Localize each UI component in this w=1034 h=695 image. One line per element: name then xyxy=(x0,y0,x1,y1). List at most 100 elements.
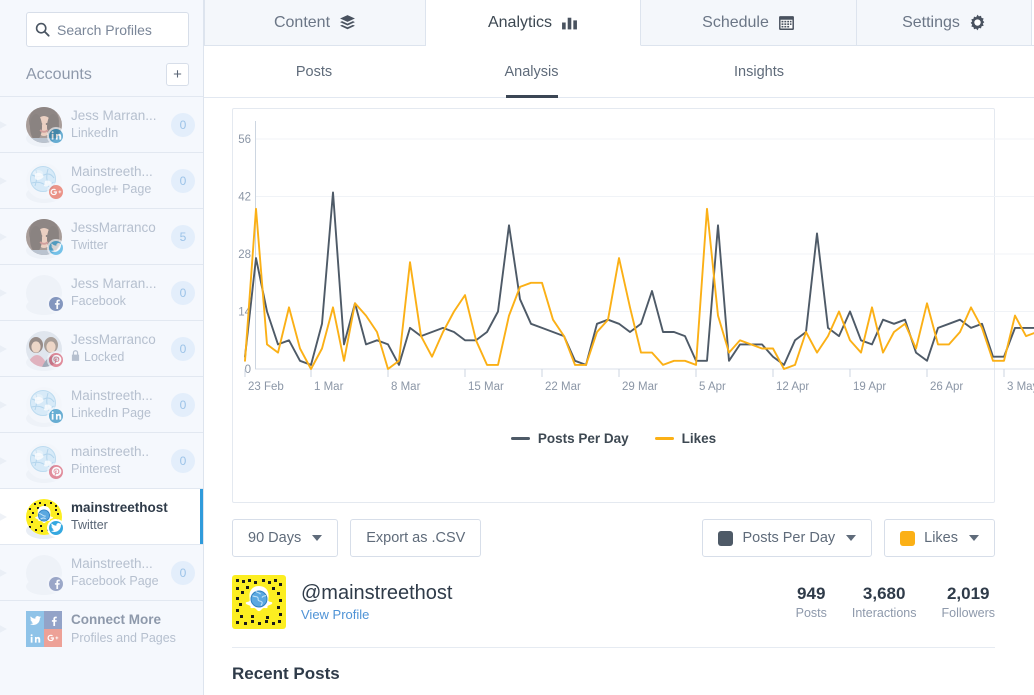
sidebar-item-google-page[interactable]: Mainstreeth... Google+ Page 0 xyxy=(0,153,203,209)
unread-badge: 0 xyxy=(171,112,195,137)
svg-text:26 Apr: 26 Apr xyxy=(930,381,963,393)
avatar-wrap xyxy=(26,386,65,427)
svg-text:12 Apr: 12 Apr xyxy=(776,381,809,393)
avatar-wrap xyxy=(26,554,65,595)
subtab-insights[interactable]: Insights xyxy=(644,46,874,97)
search-box[interactable] xyxy=(26,12,189,47)
sidebar: Accounts + Jess Marran...LinkedIn0 Mainst… xyxy=(0,0,204,695)
svg-text:23 Feb: 23 Feb xyxy=(248,381,284,393)
unread-badge: 0 xyxy=(171,336,195,361)
sidebar-item-twitter[interactable]: JessMarranco Twitter 5 xyxy=(0,209,203,265)
avatar-wrap xyxy=(26,218,65,259)
view-profile-link[interactable]: View Profile xyxy=(301,607,369,622)
calendar-icon xyxy=(778,14,795,31)
svg-text:0: 0 xyxy=(245,364,251,376)
sidebar-item-locked[interactable]: JessMarranco Locked 0 xyxy=(0,321,203,377)
facebook-icon xyxy=(44,611,62,629)
linkedin-icon xyxy=(47,126,65,145)
tab-schedule[interactable]: Schedule xyxy=(641,0,857,45)
googleplus-icon xyxy=(47,182,65,201)
account-network-label: Google+ Page xyxy=(71,182,152,197)
series-posts-per-day xyxy=(244,191,1034,366)
stat-label: Followers xyxy=(941,605,996,620)
legend-item-likes: Likes xyxy=(654,431,716,446)
account-text: Mainstreeth... Google+ Page xyxy=(71,163,165,198)
chevron-right-icon xyxy=(0,114,18,136)
sub-navigation: Posts Analysis Insights xyxy=(204,46,1034,98)
export-csv-label: Export as .CSV xyxy=(366,530,466,546)
chart-controls: 90 Days Export as .CSV Posts Per Day Like… xyxy=(232,519,995,557)
stat-label: Interactions xyxy=(851,605,917,620)
subtab-analysis[interactable]: Analysis xyxy=(419,46,644,98)
account-name: Jess Marran... xyxy=(71,107,157,123)
avatar-wrap xyxy=(26,498,65,539)
series-selector-posts-per-day[interactable]: Posts Per Day xyxy=(702,519,873,557)
series-selector-likes[interactable]: Likes xyxy=(884,519,995,557)
tab-label: Schedule xyxy=(702,13,769,31)
account-network-label: Pinterest xyxy=(71,462,121,477)
profile-stats: 949 Posts 3,680 Interactions 2,019 Followers xyxy=(796,583,995,621)
unread-badge: 0 xyxy=(171,560,195,585)
account-text: Mainstreeth... Facebook Page xyxy=(71,555,165,590)
sidebar-item-connect-more[interactable]: Connect More Profiles and Pages xyxy=(0,601,203,657)
stat-followers: 2,019 Followers xyxy=(942,583,996,621)
subtab-label: Analysis xyxy=(504,63,559,80)
add-account-button[interactable]: + xyxy=(166,63,189,86)
account-name: mainstreethost xyxy=(71,499,168,515)
facebook-icon xyxy=(47,574,65,593)
recent-posts-heading: Recent Posts xyxy=(232,664,340,683)
svg-text:22 Mar: 22 Mar xyxy=(545,381,581,393)
sidebar-item-linkedin[interactable]: Jess Marran... LinkedIn 0 xyxy=(0,97,203,153)
date-range-button[interactable]: 90 Days xyxy=(232,519,339,557)
accounts-header: Accounts + xyxy=(0,57,203,96)
account-network-label: Facebook Page xyxy=(71,574,159,589)
app-root: Accounts + Jess Marran...LinkedIn0 Mainst… xyxy=(0,0,1034,695)
profile-handle: @mainstreethost xyxy=(301,582,453,604)
stat-interactions: 3,680 Interactions xyxy=(852,583,917,621)
avatar xyxy=(232,575,286,629)
chevron-down-icon xyxy=(312,535,323,541)
tab-analytics[interactable]: Analytics xyxy=(426,0,641,46)
gear-icon xyxy=(969,14,986,31)
account-network-label: Facebook xyxy=(71,294,126,309)
tab-settings[interactable]: Settings xyxy=(857,0,1032,45)
accounts-title: Accounts xyxy=(26,65,92,83)
unread-badge: 0 xyxy=(171,168,195,193)
export-csv-button[interactable]: Export as .CSV xyxy=(350,519,482,557)
googleplus-icon xyxy=(44,629,62,647)
facebook-icon xyxy=(47,294,65,313)
svg-text:28: 28 xyxy=(238,249,251,261)
search-input[interactable] xyxy=(57,21,180,38)
account-text: Mainstreeth... LinkedIn Page xyxy=(71,387,165,422)
stat-posts: 949 Posts xyxy=(796,583,827,621)
tab-content[interactable]: Content xyxy=(204,0,426,45)
sidebar-item-linkedin-page[interactable]: Mainstreeth... LinkedIn Page 0 xyxy=(0,377,203,433)
account-network: Pinterest xyxy=(71,461,165,478)
account-name: Mainstreeth... xyxy=(71,387,153,403)
sidebar-item-twitter[interactable]: mainstreethost Twitter xyxy=(0,489,203,545)
account-name: Jess Marran... xyxy=(71,275,157,291)
accounts-list: Jess Marran... LinkedIn 0 Mainstreeth... Goo… xyxy=(0,96,203,657)
chevron-right-icon xyxy=(0,282,18,304)
tab-label: Content xyxy=(273,13,331,31)
account-name: JessMarranco xyxy=(71,331,156,347)
account-name: Mainstreeth... xyxy=(71,163,153,179)
twitter-icon xyxy=(26,611,44,629)
legend-label: Posts Per Day xyxy=(537,431,629,446)
chart-controls-right: Posts Per Day Likes xyxy=(702,519,995,557)
svg-text:29 Mar: 29 Mar xyxy=(622,381,658,393)
account-name: mainstreeth.. xyxy=(71,443,150,459)
sidebar-item-pinterest[interactable]: mainstreeth.. Pinterest 0 xyxy=(0,433,203,489)
account-network: Google+ Page xyxy=(71,181,165,198)
search-icon xyxy=(35,22,50,37)
connect-more-text: Connect More Profiles and Pages xyxy=(71,611,195,646)
account-name: JessMarranco xyxy=(71,219,156,235)
chevron-down-icon xyxy=(846,535,857,541)
linkedin-icon xyxy=(26,629,44,647)
subtab-posts[interactable]: Posts xyxy=(209,46,419,97)
profile-info: @mainstreethost View Profile xyxy=(301,580,796,624)
stat-value: 2,019 xyxy=(946,584,990,604)
chart-controls-left: 90 Days Export as .CSV xyxy=(232,519,482,557)
sidebar-item-facebook-page[interactable]: Mainstreeth... Facebook Page 0 xyxy=(0,545,203,601)
sidebar-item-facebook[interactable]: Jess Marran... Facebook 0 xyxy=(0,265,203,321)
